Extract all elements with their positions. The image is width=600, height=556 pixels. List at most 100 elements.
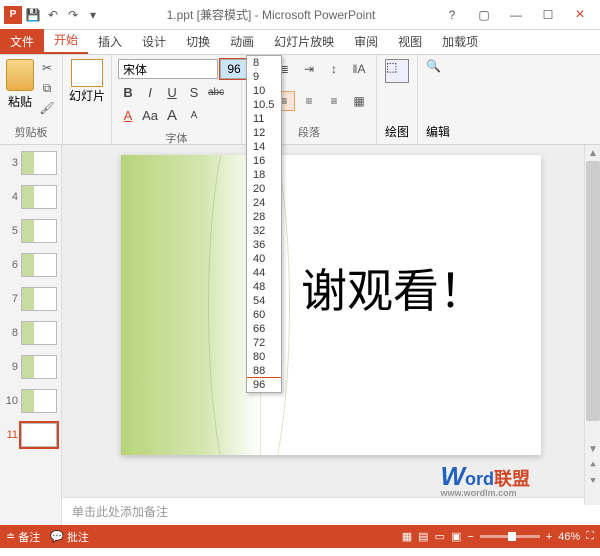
- size-option-24[interactable]: 24: [247, 196, 281, 210]
- size-option-40[interactable]: 40: [247, 252, 281, 266]
- zoom-level[interactable]: 46%: [558, 531, 580, 543]
- size-option-48[interactable]: 48: [247, 280, 281, 294]
- size-option-9[interactable]: 9: [247, 70, 281, 84]
- thumbnail-4[interactable]: 4: [0, 183, 61, 211]
- next-slide-icon[interactable]: ⯆: [585, 473, 600, 489]
- size-option-72[interactable]: 72: [247, 336, 281, 350]
- thumbnail-11[interactable]: 11: [0, 421, 61, 449]
- indent-button[interactable]: ⇥: [298, 59, 320, 79]
- paste-icon: [6, 59, 34, 91]
- tab-file[interactable]: 文件: [0, 29, 44, 54]
- size-option-44[interactable]: 44: [247, 266, 281, 280]
- tab-slideshow[interactable]: 幻灯片放映: [264, 29, 344, 54]
- help-icon[interactable]: ?: [440, 5, 464, 25]
- scroll-up-icon[interactable]: ▲: [585, 145, 600, 161]
- undo-icon[interactable]: ↶: [44, 6, 62, 24]
- tab-view[interactable]: 视图: [388, 29, 432, 54]
- size-option-96[interactable]: 96: [247, 378, 281, 392]
- size-option-20[interactable]: 20: [247, 182, 281, 196]
- size-option-10.5[interactable]: 10.5: [247, 98, 281, 112]
- thumbnail-panel[interactable]: 3 4 5 6 7 8 9 10 11: [0, 145, 62, 525]
- size-option-32[interactable]: 32: [247, 224, 281, 238]
- strikethrough-button[interactable]: abc: [206, 82, 226, 102]
- redo-icon[interactable]: ↷: [64, 6, 82, 24]
- tab-review[interactable]: 审阅: [344, 29, 388, 54]
- slide-canvas[interactable]: 谢观看！: [62, 145, 600, 497]
- thumbnail-8[interactable]: 8: [0, 319, 61, 347]
- zoom-slider[interactable]: [480, 535, 540, 538]
- new-slide-button[interactable]: 幻灯片: [69, 59, 105, 104]
- thumbnail-6[interactable]: 6: [0, 251, 61, 279]
- size-option-18[interactable]: 18: [247, 168, 281, 182]
- tab-design[interactable]: 设计: [132, 29, 176, 54]
- tab-addins[interactable]: 加载项: [432, 29, 488, 54]
- view-slideshow-icon[interactable]: ▣: [451, 530, 461, 543]
- zoom-in-button[interactable]: +: [546, 531, 552, 543]
- status-notes[interactable]: ≐ 备注: [6, 529, 40, 545]
- status-comments[interactable]: 💬 批注: [50, 529, 89, 545]
- view-reading-icon[interactable]: ▭: [435, 530, 445, 543]
- thumbnail-9[interactable]: 9: [0, 353, 61, 381]
- slide-title-text[interactable]: 谢观看！: [301, 255, 485, 321]
- size-option-16[interactable]: 16: [247, 154, 281, 168]
- ribbon-options-icon[interactable]: ▢: [472, 5, 496, 25]
- line-spacing-button[interactable]: ↕: [323, 59, 345, 79]
- copy-icon[interactable]: ⧉: [38, 79, 56, 97]
- slide[interactable]: 谢观看！: [121, 155, 541, 455]
- size-option-14[interactable]: 14: [247, 140, 281, 154]
- thumbnail-7[interactable]: 7: [0, 285, 61, 313]
- columns-button[interactable]: ▦: [348, 91, 370, 111]
- shapes-icon[interactable]: ⬚: [385, 59, 409, 83]
- justify-button[interactable]: ≡: [323, 91, 345, 111]
- shadow-button[interactable]: S: [184, 82, 204, 102]
- size-option-11[interactable]: 11: [247, 112, 281, 126]
- size-option-8[interactable]: 8: [247, 56, 281, 70]
- thumbnail-3[interactable]: 3: [0, 149, 61, 177]
- size-option-12[interactable]: 12: [247, 126, 281, 140]
- size-option-88[interactable]: 88: [247, 364, 281, 378]
- change-case-button[interactable]: Aa: [140, 105, 160, 125]
- cut-icon[interactable]: ✂: [38, 59, 56, 77]
- close-button[interactable]: ×: [568, 5, 592, 25]
- scroll-thumb[interactable]: [586, 161, 600, 421]
- font-name-input[interactable]: [118, 59, 218, 79]
- align-right-button[interactable]: ≡: [298, 91, 320, 111]
- italic-button[interactable]: I: [140, 82, 160, 102]
- paste-button[interactable]: 粘贴: [6, 59, 34, 110]
- tab-animations[interactable]: 动画: [220, 29, 264, 54]
- qat-more-icon[interactable]: ▾: [84, 6, 102, 24]
- save-icon[interactable]: 💾: [24, 6, 42, 24]
- vertical-scrollbar[interactable]: ▲ ▼ ⯅ ⯆: [584, 145, 600, 505]
- thumbnail-10[interactable]: 10: [0, 387, 61, 415]
- bold-button[interactable]: B: [118, 82, 138, 102]
- notes-pane[interactable]: 单击此处添加备注: [62, 497, 600, 525]
- size-option-36[interactable]: 36: [247, 238, 281, 252]
- view-sorter-icon[interactable]: ▤: [418, 530, 428, 543]
- text-direction-button[interactable]: ‖A: [348, 59, 370, 79]
- underline-button[interactable]: U: [162, 82, 182, 102]
- size-option-80[interactable]: 80: [247, 350, 281, 364]
- ribbon-tabs: 文件 开始 插入 设计 切换 动画 幻灯片放映 审阅 视图 加载项: [0, 30, 600, 55]
- size-option-54[interactable]: 54: [247, 294, 281, 308]
- tab-insert[interactable]: 插入: [88, 29, 132, 54]
- font-size-dropdown[interactable]: 891010.511121416182024283236404448546066…: [246, 55, 282, 393]
- font-color-button[interactable]: A: [118, 105, 138, 125]
- size-option-60[interactable]: 60: [247, 308, 281, 322]
- thumbnail-5[interactable]: 5: [0, 217, 61, 245]
- grow-font-button[interactable]: A: [162, 105, 182, 125]
- shrink-font-button[interactable]: A: [184, 105, 204, 125]
- maximize-button[interactable]: ☐: [536, 5, 560, 25]
- scroll-down-icon[interactable]: ▼: [585, 441, 600, 457]
- find-icon[interactable]: 🔍: [426, 59, 450, 83]
- size-option-10[interactable]: 10: [247, 84, 281, 98]
- size-option-66[interactable]: 66: [247, 322, 281, 336]
- tab-transitions[interactable]: 切换: [176, 29, 220, 54]
- fit-to-window-icon[interactable]: ⛶: [586, 530, 594, 543]
- minimize-button[interactable]: —: [504, 5, 528, 25]
- format-painter-icon[interactable]: 🖌: [38, 99, 56, 117]
- prev-slide-icon[interactable]: ⯅: [585, 457, 600, 473]
- zoom-out-button[interactable]: −: [467, 531, 473, 543]
- size-option-28[interactable]: 28: [247, 210, 281, 224]
- tab-home[interactable]: 开始: [44, 27, 88, 54]
- view-normal-icon[interactable]: ▦: [402, 530, 412, 543]
